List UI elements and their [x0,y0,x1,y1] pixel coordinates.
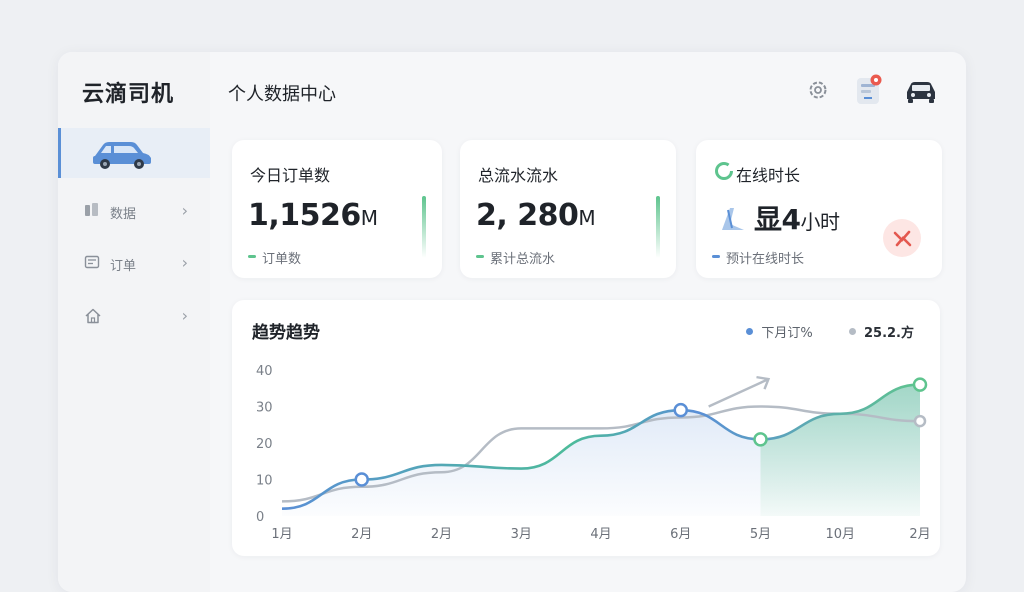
trend-bar [656,196,660,258]
home-icon [84,307,102,329]
x-tick-label: 6月 [670,527,691,542]
app-title: 云滴司机 [82,82,175,107]
x-tick-label: 2月 [431,527,452,542]
card-value: 2, 280M [476,198,596,233]
series-1-highlight-area [760,384,920,516]
card-subtitle: 累计总流水 [490,252,556,267]
x-tick-label: 1月 [271,527,292,542]
y-tick-label: 20 [256,437,273,452]
car-icon[interactable] [904,80,938,108]
car-icon [89,136,155,174]
y-tick-label: 40 [256,364,273,379]
notification-icon[interactable] [854,74,884,110]
header-toolbar [802,74,942,108]
card-value: 显4小时 [754,203,840,236]
card-value: 1,1526M [248,198,378,233]
legend-dot [712,255,720,258]
sidebar-item-data[interactable]: 数据 › [84,200,194,224]
series-1-point [354,472,369,487]
sidebar: 云滴司机 数据 › 订单 › › [58,52,210,592]
card-title: 总流水流水 [478,166,559,185]
y-tick-label: 10 [256,474,273,489]
sidebar-item-orders[interactable]: 订单 › [84,252,194,276]
y-tick-label: 30 [256,401,273,416]
chevron-right-icon: › [181,201,188,220]
x-tick-label: 10月 [825,527,855,542]
chart-icon [84,202,100,222]
card-title: 今日订单数 [250,166,331,185]
legend-dot [476,255,484,258]
x-tick-label: 4月 [590,527,611,542]
series-2-point [913,414,927,428]
y-tick-label: 0 [256,510,264,525]
sidebar-item-label: 数据 [110,207,137,222]
list-icon [84,254,100,274]
card-subtitle: 订单数 [262,252,302,267]
series-1-point [912,377,928,392]
app-window: 云滴司机 数据 › 订单 › › 个人数据中心 今日订单数 1,1526M 订单… [58,52,966,592]
x-tick-label: 3月 [511,527,532,542]
gear-icon[interactable] [806,78,830,106]
series-1-point [673,402,688,418]
series-1-point [753,432,768,447]
page-title: 个人数据中心 [228,84,336,105]
trend-arrow-icon [708,378,769,408]
x-tick-label: 2月 [351,527,372,542]
x-tick-label: 2月 [909,527,930,542]
legend-dot [248,255,256,258]
x-tick-label: 5月 [750,527,771,542]
card-title: 在线时长 [736,166,801,185]
trend-chart: 0 10 20 30 40 1月 2月 2月 3月 4月 6月 5月 10月 2月 [256,364,931,542]
sidebar-item-car[interactable] [58,128,210,178]
ring-icon [714,161,734,185]
chevron-right-icon: › [181,306,188,325]
sidebar-item-home[interactable]: › [84,305,194,329]
main-content: 个人数据中心 今日订单数 1,1526M 订单数 总流水流水 2, 280M 累… [210,52,966,592]
sidebar-item-label: 订单 [110,259,137,274]
stat-card-online-time[interactable]: 在线时长 显4小时 预计在线时长 [696,140,942,278]
trend-bar [422,196,426,258]
chevron-right-icon: › [181,253,188,272]
trend-chart-card: 趋势趋势 下月订% 25.2.方 0 10 20 30 40 1月 2月 2月 … [232,300,940,556]
card-subtitle: 预计在线时长 [726,252,805,267]
stat-card-orders[interactable]: 今日订单数 1,1526M 订单数 [232,140,442,278]
clock-hand-icon [718,204,748,238]
alert-badge-icon[interactable] [882,218,922,262]
stat-card-revenue[interactable]: 总流水流水 2, 280M 累计总流水 [460,140,676,278]
